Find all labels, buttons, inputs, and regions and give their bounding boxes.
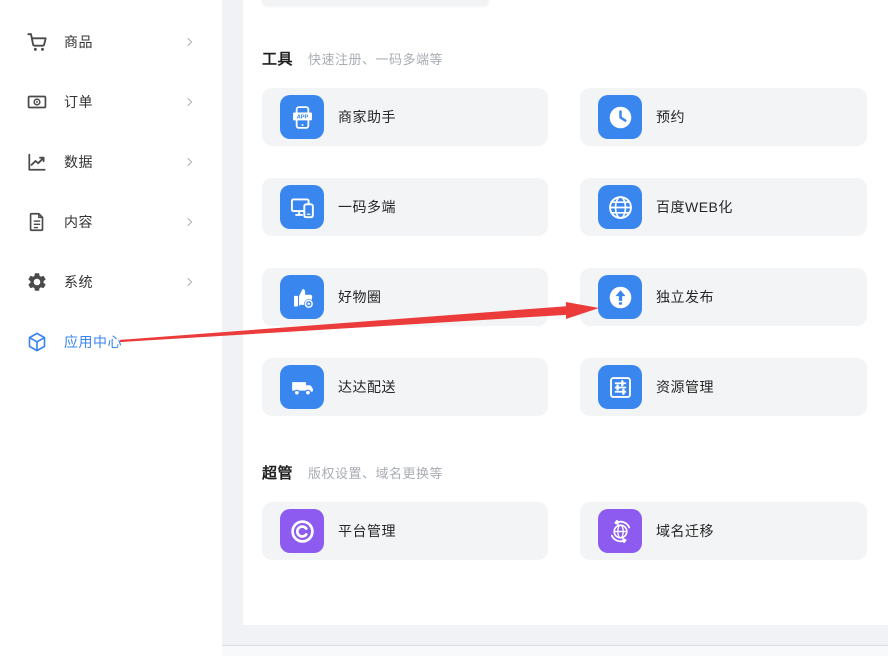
sidebar-item-data-chart[interactable]: 数据 (0, 132, 222, 192)
section-title: 超管 (262, 465, 294, 482)
appointment-clock-icon (598, 95, 642, 139)
app-card-web-globe[interactable]: 百度WEB化 (580, 178, 867, 236)
chevron-right-icon (183, 36, 196, 49)
section-subtitle: 快速注册、一码多端等 (308, 52, 444, 67)
sidebar-item-label: 订单 (64, 94, 93, 110)
app-card-delivery-truck[interactable]: 达达配送 (262, 358, 548, 416)
thumbs-up-icon (280, 275, 324, 319)
section-subtitle: 版权设置、域名更换等 (308, 466, 444, 481)
main-panel: 工具 快速注册、一码多端等 APP 商家助手 预约 一码多端 百度WEB化 好物… (243, 0, 888, 625)
sidebar-item-label: 系统 (64, 274, 93, 290)
app-card-domain-migration[interactable]: 域名迁移 (580, 502, 867, 560)
data-chart-icon (25, 150, 49, 174)
partial-card-top (262, 0, 489, 6)
sidebar-item-label: 商品 (64, 34, 93, 50)
cart-icon (25, 30, 49, 54)
app-center-cube-icon (25, 330, 49, 354)
web-globe-icon (598, 185, 642, 229)
chevron-right-icon (183, 96, 196, 109)
app-card-multi-device[interactable]: 一码多端 (262, 178, 548, 236)
app-card-resource-sliders[interactable]: 资源管理 (580, 358, 867, 416)
app-card-label: 商家助手 (338, 109, 396, 125)
system-gear-icon (25, 270, 49, 294)
sidebar-item-label: 应用中心 (64, 334, 122, 350)
chevron-right-icon (183, 216, 196, 229)
merchant-assistant-icon: APP (280, 95, 324, 139)
svg-text:APP: APP (296, 114, 308, 120)
sidebar: 商品 订单 数据 内容 系统 应用中心 (0, 0, 222, 656)
app-card-thumbs-up[interactable]: 好物圈 (262, 268, 548, 326)
app-card-upload-publish[interactable]: 独立发布 (580, 268, 867, 326)
app-card-appointment-clock[interactable]: 预约 (580, 88, 867, 146)
chevron-right-icon (183, 276, 196, 289)
app-card-merchant-assistant[interactable]: APP 商家助手 (262, 88, 548, 146)
upload-publish-icon (598, 275, 642, 319)
app-card-copyright[interactable]: 平台管理 (262, 502, 548, 560)
app-card-label: 平台管理 (338, 523, 396, 539)
app-card-label: 一码多端 (338, 199, 396, 215)
app-card-label: 独立发布 (656, 289, 714, 305)
app-card-label: 预约 (656, 109, 685, 125)
sidebar-item-cart[interactable]: 商品 (0, 12, 222, 72)
domain-migration-icon (598, 509, 642, 553)
multi-device-icon (280, 185, 324, 229)
sidebar-item-system-gear[interactable]: 系统 (0, 252, 222, 312)
sidebar-item-app-center-cube[interactable]: 应用中心 (0, 312, 222, 372)
app-card-label: 达达配送 (338, 379, 396, 395)
app-card-label: 好物圈 (338, 289, 382, 305)
resource-sliders-icon (598, 365, 642, 409)
section-title: 工具 (262, 51, 294, 68)
sidebar-item-label: 内容 (64, 214, 93, 230)
section-header: 超管 版权设置、域名更换等 (262, 462, 443, 483)
sidebar-item-label: 数据 (64, 154, 93, 170)
delivery-truck-icon (280, 365, 324, 409)
app-card-label: 域名迁移 (656, 523, 714, 539)
chevron-right-icon (183, 156, 196, 169)
app-card-label: 资源管理 (656, 379, 714, 395)
sidebar-item-content-file[interactable]: 内容 (0, 192, 222, 252)
content-file-icon (25, 210, 49, 234)
app-center-page: { "sidebar": { "items": [ { "label": "商品… (0, 0, 888, 656)
section-header: 工具 快速注册、一码多端等 (262, 48, 443, 69)
order-icon (25, 90, 49, 114)
copyright-icon (280, 509, 324, 553)
sidebar-item-order[interactable]: 订单 (0, 72, 222, 132)
below-strip (222, 646, 888, 656)
app-card-label: 百度WEB化 (656, 199, 733, 215)
